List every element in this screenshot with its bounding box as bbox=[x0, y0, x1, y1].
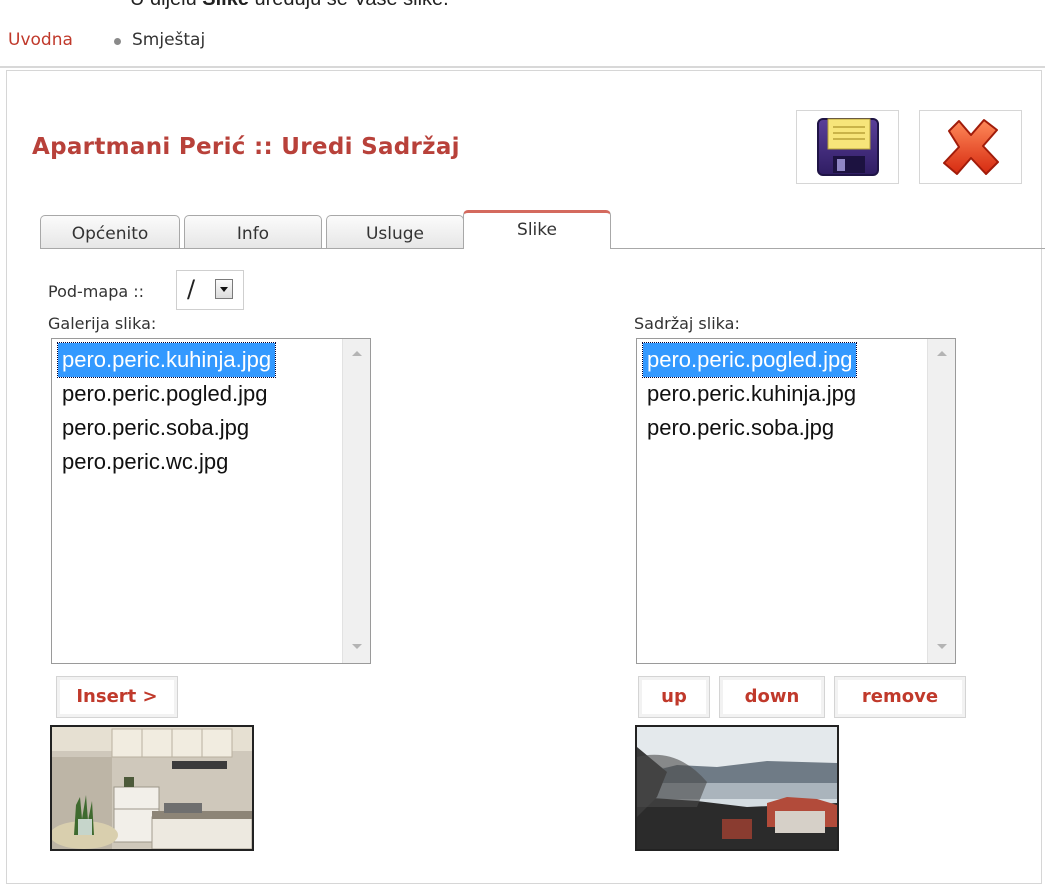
subfolder-label: Pod-mapa :: bbox=[48, 282, 145, 301]
insert-button[interactable]: Insert > bbox=[56, 676, 178, 718]
tab-slike[interactable]: Slike bbox=[463, 210, 611, 249]
red-x-icon bbox=[942, 119, 999, 175]
content-list-item[interactable]: pero.peric.soba.jpg bbox=[643, 411, 838, 445]
scroll-up-icon[interactable] bbox=[352, 351, 362, 356]
gallery-list-item[interactable]: pero.peric.wc.jpg bbox=[58, 445, 232, 479]
content-listbox[interactable]: pero.peric.pogled.jpg pero.peric.kuhinja… bbox=[636, 338, 956, 664]
gallery-preview-image bbox=[50, 725, 254, 851]
gallery-label: Galerija slika: bbox=[48, 314, 157, 333]
gallery-list-item[interactable]: pero.peric.pogled.jpg bbox=[58, 377, 271, 411]
caption-prefix: U dijelu bbox=[130, 0, 202, 10]
content-items: pero.peric.pogled.jpg pero.peric.kuhinja… bbox=[641, 342, 925, 445]
breadcrumb-separator bbox=[114, 38, 121, 45]
chevron-down-icon[interactable] bbox=[215, 279, 233, 299]
tab-bar: Općenito Info Usluge Slike bbox=[40, 210, 1045, 250]
gallery-items: pero.peric.kuhinja.jpg pero.peric.pogled… bbox=[56, 342, 340, 479]
content-preview-image bbox=[635, 725, 839, 851]
caption-suffix: uređuju se Vaše slike. bbox=[249, 0, 449, 10]
content-list-item[interactable]: pero.peric.kuhinja.jpg bbox=[643, 377, 860, 411]
content-scrollbar[interactable] bbox=[927, 339, 955, 663]
tab-usluge[interactable]: Usluge bbox=[326, 215, 464, 248]
up-button[interactable]: up bbox=[638, 676, 710, 718]
tab-info[interactable]: Info bbox=[184, 215, 322, 248]
gallery-scrollbar[interactable] bbox=[342, 339, 370, 663]
sea-view-photo bbox=[637, 727, 837, 849]
gallery-listbox[interactable]: pero.peric.kuhinja.jpg pero.peric.pogled… bbox=[51, 338, 371, 664]
subfolder-value: / bbox=[187, 275, 196, 303]
remove-button[interactable]: remove bbox=[834, 676, 966, 718]
scroll-down-icon[interactable] bbox=[352, 644, 362, 649]
top-caption: U dijelu Slike uređuju se Vaše slike. bbox=[130, 0, 449, 11]
caption-bold: Slike bbox=[202, 0, 249, 10]
content-label: Sadržaj slika: bbox=[634, 314, 740, 333]
down-button[interactable]: down bbox=[719, 676, 825, 718]
save-button[interactable] bbox=[796, 110, 899, 184]
scroll-up-icon[interactable] bbox=[937, 351, 947, 356]
floppy-disk-icon bbox=[816, 118, 879, 176]
breadcrumb-current: Smještaj bbox=[132, 30, 206, 50]
subfolder-select[interactable]: / bbox=[176, 270, 244, 310]
tab-opcenito[interactable]: Općenito bbox=[40, 215, 180, 248]
scroll-down-icon[interactable] bbox=[937, 644, 947, 649]
kitchen-photo bbox=[52, 727, 252, 849]
gallery-list-item[interactable]: pero.peric.kuhinja.jpg bbox=[56, 342, 277, 378]
breadcrumb-home-link[interactable]: Uvodna bbox=[8, 30, 73, 50]
content-list-item[interactable]: pero.peric.pogled.jpg bbox=[641, 342, 858, 378]
breadcrumb: Uvodna Smještaj bbox=[0, 14, 1045, 68]
gallery-list-item[interactable]: pero.peric.soba.jpg bbox=[58, 411, 253, 445]
page-title: Apartmani Perić :: Uredi Sadržaj bbox=[32, 134, 460, 160]
cancel-button[interactable] bbox=[919, 110, 1022, 184]
